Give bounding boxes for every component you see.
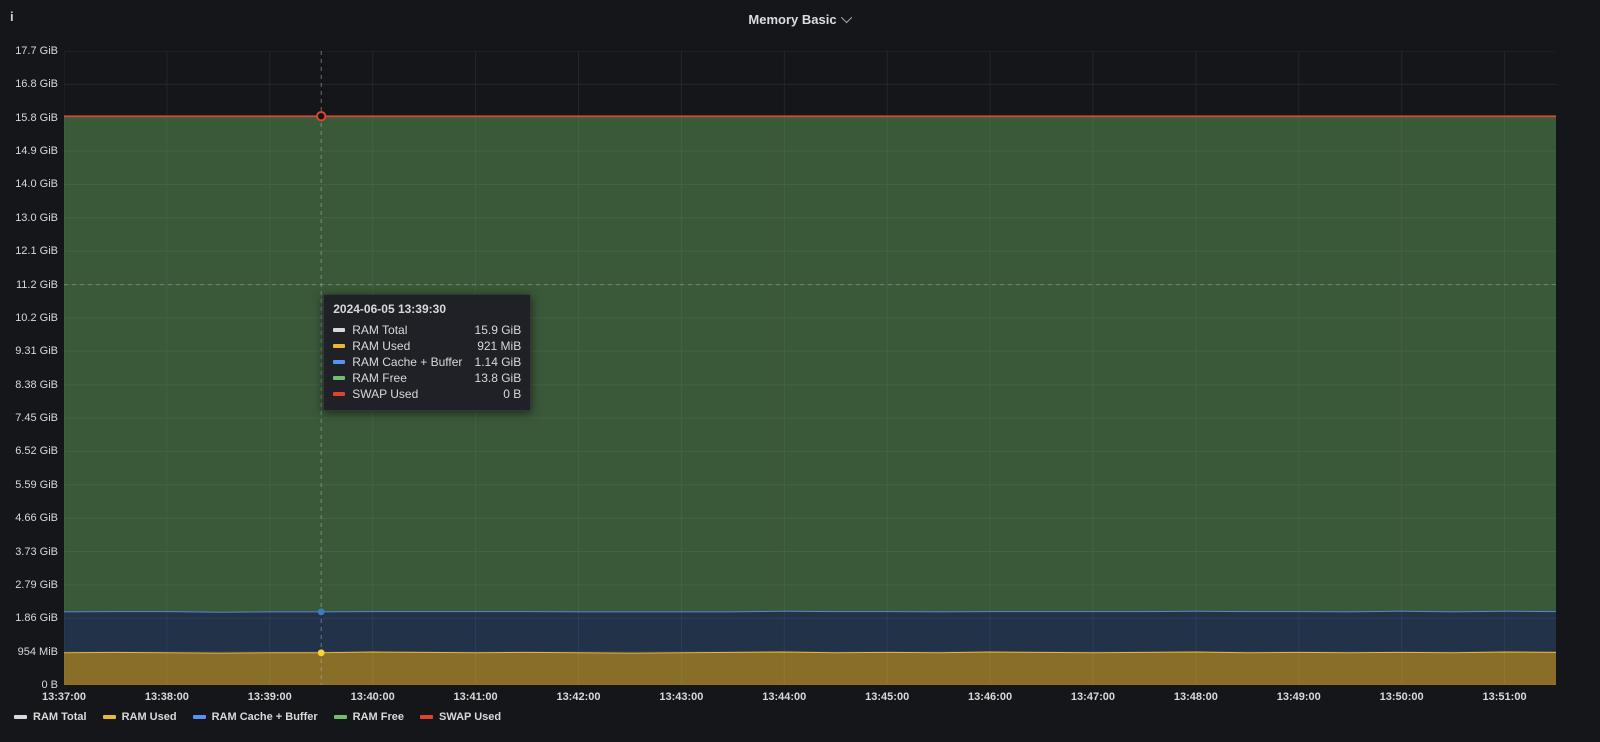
y-tick-label: 3.73 GiB bbox=[0, 546, 58, 558]
panel-title-text: Memory Basic bbox=[748, 12, 836, 27]
y-tick-label: 14.9 GiB bbox=[0, 145, 58, 157]
y-tick-label: 4.66 GiB bbox=[0, 512, 58, 524]
x-tick-label: 13:39:00 bbox=[248, 691, 292, 703]
panel-info-icon[interactable]: i bbox=[10, 5, 28, 27]
chart-plot[interactable] bbox=[64, 51, 1556, 685]
legend-swatch bbox=[420, 715, 433, 719]
y-tick-label: 954 MiB bbox=[0, 646, 58, 658]
y-tick-label: 16.8 GiB bbox=[0, 78, 58, 90]
x-tick-label: 13:40:00 bbox=[351, 691, 395, 703]
y-tick-label: 0 B bbox=[0, 679, 58, 691]
x-tick-label: 13:41:00 bbox=[454, 691, 498, 703]
legend-label: RAM Used bbox=[122, 711, 177, 723]
y-tick-label: 11.2 GiB bbox=[0, 279, 58, 291]
x-tick-label: 13:38:00 bbox=[145, 691, 189, 703]
y-tick-label: 1.86 GiB bbox=[0, 612, 58, 624]
y-tick-label: 7.45 GiB bbox=[0, 412, 58, 424]
legend-swatch bbox=[14, 715, 27, 719]
legend-item-ram-free[interactable]: RAM Free bbox=[334, 711, 404, 723]
y-tick-label: 15.8 GiB bbox=[0, 112, 58, 124]
legend-swatch bbox=[193, 715, 206, 719]
y-tick-label: 2.79 GiB bbox=[0, 579, 58, 591]
y-tick-label: 6.52 GiB bbox=[0, 445, 58, 457]
x-tick-label: 13:37:00 bbox=[42, 691, 86, 703]
y-tick-label: 10.2 GiB bbox=[0, 312, 58, 324]
hover-marker-ring bbox=[317, 112, 325, 120]
x-tick-label: 13:48:00 bbox=[1174, 691, 1218, 703]
x-tick-label: 13:47:00 bbox=[1071, 691, 1115, 703]
area-ram-free bbox=[64, 116, 1556, 612]
x-tick-label: 13:42:00 bbox=[556, 691, 600, 703]
x-tick-label: 13:44:00 bbox=[762, 691, 806, 703]
legend-swatch bbox=[334, 715, 347, 719]
legend-label: SWAP Used bbox=[439, 711, 501, 723]
y-tick-label: 17.7 GiB bbox=[0, 45, 58, 57]
y-tick-label: 12.1 GiB bbox=[0, 245, 58, 257]
x-tick-label: 13:49:00 bbox=[1277, 691, 1321, 703]
hover-marker-dot bbox=[318, 649, 325, 656]
chevron-down-icon bbox=[841, 12, 852, 23]
y-tick-label: 5.59 GiB bbox=[0, 479, 58, 491]
y-tick-label: 14.0 GiB bbox=[0, 178, 58, 190]
y-tick-label: 8.38 GiB bbox=[0, 379, 58, 391]
legend-label: RAM Free bbox=[353, 711, 404, 723]
x-tick-label: 13:50:00 bbox=[1380, 691, 1424, 703]
x-tick-label: 13:46:00 bbox=[968, 691, 1012, 703]
info-icon-glyph: i bbox=[10, 9, 14, 24]
hover-marker-dot bbox=[318, 609, 325, 616]
x-tick-label: 13:43:00 bbox=[659, 691, 703, 703]
area-ram-cache-buffer bbox=[64, 611, 1556, 653]
x-tick-label: 13:45:00 bbox=[865, 691, 909, 703]
legend-item-ram-used[interactable]: RAM Used bbox=[103, 711, 177, 723]
y-tick-label: 9.31 GiB bbox=[0, 345, 58, 357]
y-tick-label: 13.0 GiB bbox=[0, 212, 58, 224]
legend-item-swap-used[interactable]: SWAP Used bbox=[420, 711, 501, 723]
panel-title[interactable]: Memory Basic bbox=[748, 12, 851, 27]
chart-svg[interactable] bbox=[64, 51, 1556, 685]
panel-header: Memory Basic bbox=[0, 0, 1600, 38]
legend: RAM Total RAM Used RAM Cache + Buffer RAM F… bbox=[14, 707, 501, 727]
legend-item-ram-cache-buffer[interactable]: RAM Cache + Buffer bbox=[193, 711, 318, 723]
x-tick-label: 13:51:00 bbox=[1483, 691, 1527, 703]
legend-label: RAM Cache + Buffer bbox=[212, 711, 318, 723]
legend-swatch bbox=[103, 715, 116, 719]
legend-label: RAM Total bbox=[33, 711, 87, 723]
legend-item-ram-total[interactable]: RAM Total bbox=[14, 711, 87, 723]
area-ram-used bbox=[64, 652, 1556, 685]
